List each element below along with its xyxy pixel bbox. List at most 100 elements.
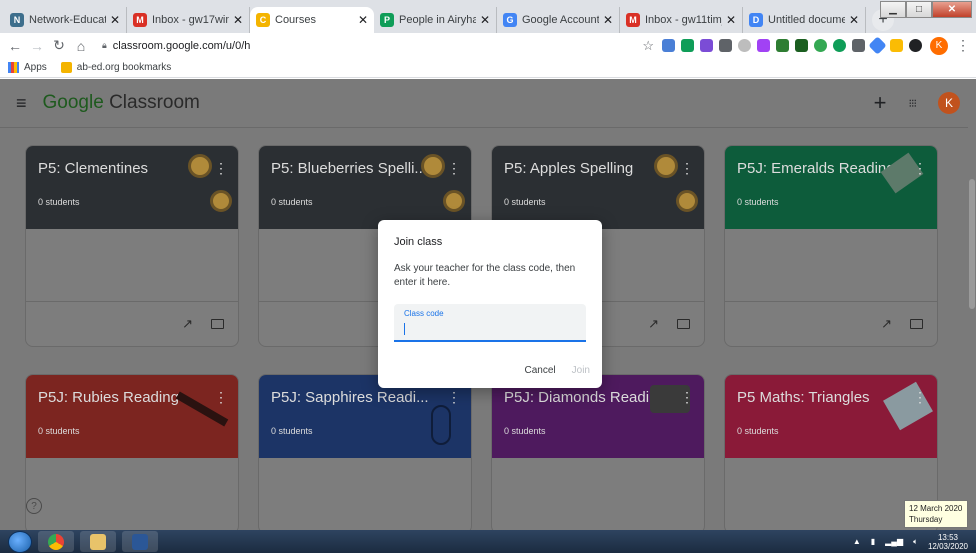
- forward-arrow-icon[interactable]: →: [28, 38, 46, 54]
- account-avatar[interactable]: K: [938, 92, 960, 114]
- card-options-icon[interactable]: ⋮: [214, 160, 228, 177]
- class-code-field[interactable]: Class code: [394, 304, 586, 342]
- extension-icon[interactable]: [795, 39, 808, 52]
- card-header[interactable]: P5: Clementines 0 students ⋮: [26, 146, 238, 229]
- battery-icon[interactable]: ▮: [871, 537, 875, 546]
- extension-icon[interactable]: [719, 39, 732, 52]
- card-options-icon[interactable]: ⋮: [447, 389, 461, 406]
- card-options-icon[interactable]: ⋮: [913, 160, 927, 177]
- taskbar-chrome[interactable]: [38, 531, 74, 552]
- extension-icon[interactable]: [814, 39, 827, 52]
- extension-icon[interactable]: [776, 39, 789, 52]
- extension-icon[interactable]: [868, 36, 887, 55]
- start-button[interactable]: [8, 530, 32, 553]
- tab-inbox-gw11[interactable]: M Inbox - gw11timjor ✕: [620, 7, 743, 33]
- class-title[interactable]: P5J: Sapphires Readi...: [271, 389, 441, 406]
- close-window-button[interactable]: ✕: [932, 1, 972, 18]
- volume-icon[interactable]: 🔈︎: [913, 537, 918, 547]
- close-tab-icon[interactable]: ✕: [726, 13, 736, 27]
- tab-network-education[interactable]: N Network-Education ✕: [4, 7, 127, 33]
- add-class-button[interactable]: +: [874, 90, 887, 116]
- close-tab-icon[interactable]: ✕: [233, 13, 243, 27]
- folder-icon[interactable]: [910, 319, 923, 329]
- folder-icon[interactable]: [677, 319, 690, 329]
- bookmark-ab-ed[interactable]: ab-ed.org bookmarks: [60, 62, 171, 73]
- class-title[interactable]: P5J: Diamonds Readi...: [504, 389, 674, 406]
- extension-icon[interactable]: [890, 39, 903, 52]
- class-card[interactable]: P5J: Rubies Reading 0 students ⋮: [25, 374, 239, 530]
- help-icon[interactable]: ?: [26, 498, 42, 514]
- page-scrollbar[interactable]: [968, 79, 976, 530]
- close-tab-icon[interactable]: ✕: [849, 13, 859, 27]
- class-title[interactable]: P5 Maths: Triangles: [737, 389, 907, 406]
- class-card[interactable]: P5J: Sapphires Readi... 0 students ⋮: [258, 374, 472, 530]
- google-classroom-logo[interactable]: Google Classroom: [43, 92, 200, 114]
- class-title[interactable]: P5: Apples Spelling: [504, 160, 674, 177]
- extension-icon[interactable]: [700, 39, 713, 52]
- close-tab-icon[interactable]: ✕: [603, 13, 613, 27]
- card-header[interactable]: P5: Blueberries Spelli... 0 students ⋮: [259, 146, 471, 229]
- extension-icon[interactable]: [909, 39, 922, 52]
- class-title[interactable]: P5: Clementines: [38, 160, 208, 177]
- decoration-icon: [210, 190, 232, 212]
- tab-google-account[interactable]: G Google Account ✕: [497, 7, 620, 33]
- card-header[interactable]: P5J: Rubies Reading 0 students ⋮: [26, 375, 238, 458]
- card-options-icon[interactable]: ⋮: [214, 389, 228, 406]
- url-field[interactable]: 🔒︎ classroom.google.com/u/0/h: [102, 40, 642, 52]
- taskbar-word[interactable]: [122, 531, 158, 552]
- tray-expand-icon[interactable]: ▲: [853, 537, 861, 546]
- card-options-icon[interactable]: ⋮: [913, 389, 927, 406]
- scrollbar-thumb[interactable]: [969, 179, 975, 309]
- bookmark-apps[interactable]: Apps: [8, 62, 47, 73]
- back-arrow-icon[interactable]: ←: [6, 38, 24, 54]
- gradebook-trend-icon[interactable]: ↗: [881, 316, 892, 332]
- clock-time: 13:53: [937, 532, 958, 542]
- class-card[interactable]: P5J: Diamonds Readi... 0 students ⋮: [491, 374, 705, 530]
- classroom-icon: P: [380, 13, 394, 27]
- close-tab-icon[interactable]: ✕: [110, 13, 120, 27]
- card-header[interactable]: P5J: Emeralds Reading 0 students ⋮: [725, 146, 937, 229]
- home-icon[interactable]: ⌂: [72, 38, 90, 54]
- clock[interactable]: 13:53 12/03/2020: [928, 533, 968, 551]
- close-tab-icon[interactable]: ✕: [480, 13, 490, 27]
- taskbar-explorer[interactable]: [80, 531, 116, 552]
- tab-inbox-gw17[interactable]: M Inbox - gw17winch ✕: [127, 7, 250, 33]
- card-header[interactable]: P5: Apples Spelling 0 students ⋮: [492, 146, 704, 229]
- extension-icon[interactable]: [681, 39, 694, 52]
- network-signal-icon[interactable]: ▂▄▆: [885, 537, 903, 546]
- menu-icon[interactable]: ≡: [16, 93, 27, 114]
- google-icon: G: [503, 13, 517, 27]
- minimize-button[interactable]: ▁: [880, 1, 906, 18]
- profile-avatar[interactable]: K: [930, 36, 948, 55]
- cancel-button[interactable]: Cancel: [525, 365, 556, 376]
- bookmark-star-icon[interactable]: ☆: [642, 38, 654, 54]
- class-code-input[interactable]: [404, 322, 576, 334]
- system-tray: ▲ ▮ ▂▄▆ 🔈︎ 13:53 12/03/2020: [853, 533, 976, 551]
- class-card[interactable]: P5: Clementines 0 students ⋮ ↗: [25, 145, 239, 347]
- tab-people-airyhall[interactable]: P People in Airyhall S ✕: [374, 7, 497, 33]
- gradebook-trend-icon[interactable]: ↗: [648, 316, 659, 332]
- maximize-button[interactable]: □: [906, 1, 932, 18]
- extension-icon[interactable]: [662, 39, 675, 52]
- close-tab-icon[interactable]: ✕: [358, 13, 368, 27]
- extension-icon[interactable]: [757, 39, 770, 52]
- join-button[interactable]: Join: [572, 365, 590, 376]
- tab-untitled-document[interactable]: D Untitled document ✕: [743, 7, 866, 33]
- google-apps-icon[interactable]: ⁝⁝⁝: [909, 97, 917, 110]
- tab-strip: N Network-Education ✕ M Inbox - gw17winc…: [0, 0, 976, 33]
- reload-icon[interactable]: ↻: [50, 37, 68, 54]
- extension-icon[interactable]: [738, 39, 751, 52]
- gradebook-trend-icon[interactable]: ↗: [182, 316, 193, 332]
- card-options-icon[interactable]: ⋮: [680, 160, 694, 177]
- class-title[interactable]: P5: Blueberries Spelli...: [271, 160, 441, 177]
- folder-icon[interactable]: [211, 319, 224, 329]
- class-card[interactable]: P5J: Emeralds Reading 0 students ⋮ ↗: [724, 145, 938, 347]
- tab-title: Untitled document: [768, 14, 845, 26]
- extension-icon[interactable]: [833, 39, 846, 52]
- card-header[interactable]: P5 Maths: Triangles 0 students ⋮: [725, 375, 937, 458]
- tab-courses[interactable]: C Courses ✕: [250, 7, 374, 33]
- card-options-icon[interactable]: ⋮: [447, 160, 461, 177]
- more-menu-icon[interactable]: ⋮: [956, 37, 970, 54]
- extension-icon[interactable]: [852, 39, 865, 52]
- card-options-icon[interactable]: ⋮: [680, 389, 694, 406]
